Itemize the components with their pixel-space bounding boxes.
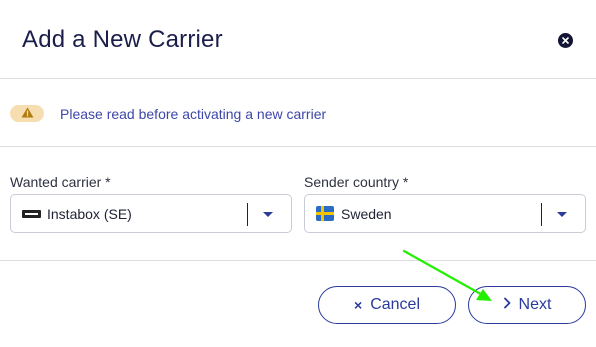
- annotation-arrow: [402, 249, 492, 301]
- add-carrier-modal: Add a New Carrier Please read before act…: [0, 0, 596, 347]
